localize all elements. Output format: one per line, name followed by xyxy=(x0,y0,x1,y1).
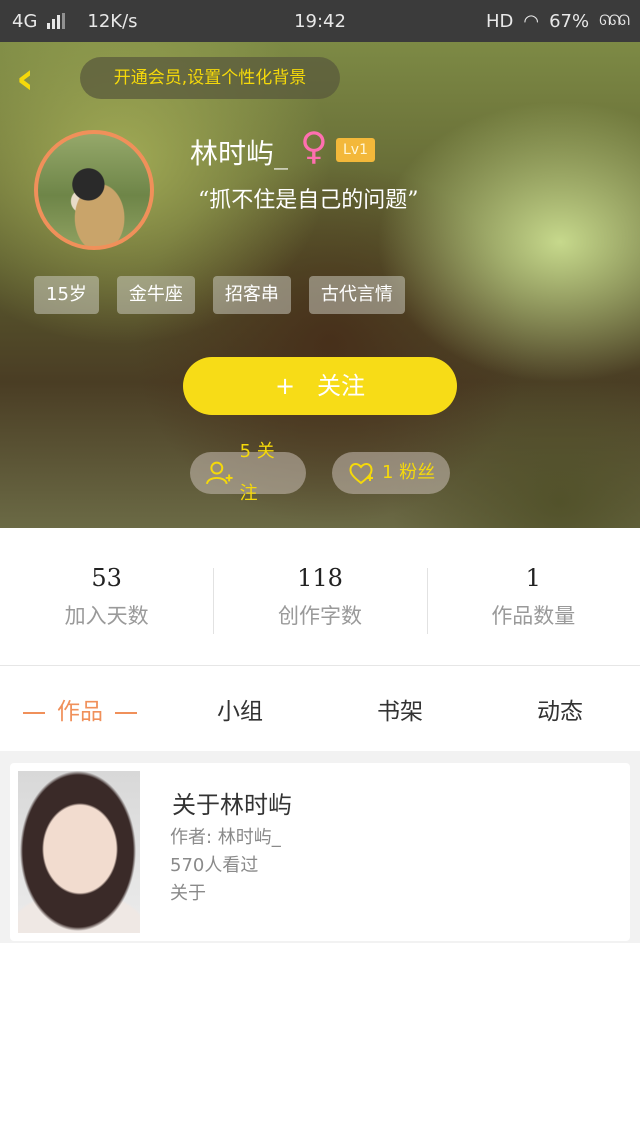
stat-label: 创作字数 xyxy=(277,603,362,628)
chevron-left-icon: ‹ xyxy=(16,53,35,104)
tag-zodiac: 金牛座 xyxy=(116,276,195,314)
heart-plus-icon xyxy=(349,463,373,485)
battery-level: 67% xyxy=(549,10,590,32)
hd-label: HD xyxy=(485,10,514,32)
tab-works[interactable]: 作品 xyxy=(0,692,160,726)
tag-role: 招客串 xyxy=(212,276,291,314)
stat-value: 1 xyxy=(525,563,541,592)
follow-label: 关注 xyxy=(317,372,366,400)
female-icon: ♀ xyxy=(300,124,328,168)
fans-button[interactable]: 1 粉丝 xyxy=(332,452,450,494)
tag-age: 15岁 xyxy=(34,276,99,314)
profile-stats: 53 加入天数 118 创作字数 1 作品数量 xyxy=(0,528,640,666)
tag-list: 15岁 金牛座 招客串 古代言情 xyxy=(34,276,405,314)
plus-icon: + xyxy=(274,372,296,400)
user-plus-icon xyxy=(205,461,233,485)
following-button[interactable]: 5 关注 xyxy=(190,441,306,504)
tag-genre: 古代言情 xyxy=(308,276,405,314)
level-badge: Lv1 xyxy=(336,138,375,162)
battery-icon: ᘏᘏᘏ xyxy=(599,13,630,29)
back-button[interactable]: ‹ xyxy=(16,56,52,102)
works-list: 关于林时屿 作者: 林时屿_ 570人看过 关于 xyxy=(0,751,640,1138)
network-label: 4G xyxy=(12,10,38,32)
username: 林时屿_ xyxy=(190,137,289,170)
follow-button[interactable]: + 关注 xyxy=(183,357,457,415)
following-label: 5 关注 xyxy=(239,441,275,504)
vip-banner[interactable]: 开通会员,设置个性化背景 xyxy=(80,57,340,99)
tab-label: 作品 xyxy=(57,699,103,725)
fans-label: 1 粉丝 xyxy=(382,462,436,483)
signature: “抓不住是自己的问题” xyxy=(198,188,419,213)
profile-tabs: 作品 小组 书架 动态 xyxy=(0,667,640,751)
stat-works-count: 1 作品数量 xyxy=(426,563,640,634)
tab-activity[interactable]: 动态 xyxy=(480,692,640,726)
signal-icon xyxy=(47,13,66,29)
wifi-icon: ◠ xyxy=(523,10,540,32)
tab-bookshelf[interactable]: 书架 xyxy=(320,692,480,726)
stat-value: 53 xyxy=(91,563,122,592)
stat-word-count: 118 创作字数 xyxy=(213,563,426,634)
book-author: 作者: 林时屿_ xyxy=(170,827,281,848)
list-item[interactable]: 关于林时屿 作者: 林时屿_ 570人看过 关于 xyxy=(10,763,630,941)
avatar[interactable] xyxy=(34,130,154,250)
tab-indicator xyxy=(115,711,137,714)
book-cover xyxy=(18,771,140,933)
stat-label: 加入天数 xyxy=(64,603,149,628)
stat-days-joined: 53 加入天数 xyxy=(0,564,213,630)
profile-header: ‹ 开通会员,设置个性化背景 林时屿_ ♀ Lv1 “抓不住是自己的问题” 15… xyxy=(0,42,640,528)
stat-label: 作品数量 xyxy=(491,603,576,628)
stat-value: 118 xyxy=(297,563,343,592)
network-speed: 12K/s xyxy=(87,10,138,32)
book-title: 关于林时屿 xyxy=(172,791,292,819)
tab-groups[interactable]: 小组 xyxy=(160,692,320,726)
book-description: 关于 xyxy=(170,883,206,904)
tab-indicator xyxy=(23,711,45,714)
status-bar: 4G 12K/s 19:42 HD ◠ 67% ᘏᘏᘏ xyxy=(0,0,640,42)
book-views: 570人看过 xyxy=(170,855,259,876)
